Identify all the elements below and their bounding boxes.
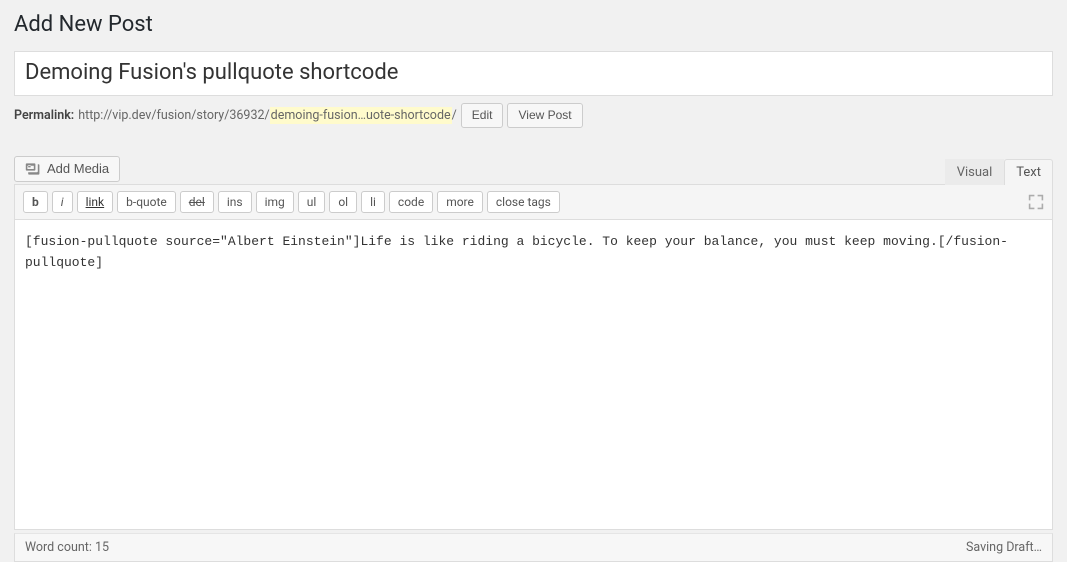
qt-more-button[interactable]: more — [437, 191, 483, 213]
save-status: Saving Draft… — [966, 540, 1042, 555]
permalink-label: Permalink: — [14, 108, 74, 123]
qt-closetags-button[interactable]: close tags — [487, 191, 560, 213]
editor-statusbar: Word count: 15 Saving Draft… — [14, 533, 1053, 562]
qt-li-button[interactable]: li — [361, 191, 385, 213]
qt-code-button[interactable]: code — [389, 191, 433, 213]
qt-bquote-button[interactable]: b-quote — [117, 191, 176, 213]
permalink-base-url: http://vip.dev/fusion/story/36932/ — [78, 108, 269, 123]
editor-tabs: Visual Text — [14, 158, 1053, 184]
permalink-trailing: / — [452, 108, 457, 123]
quicktags-toolbar: b i link b-quote del ins img ul ol li co… — [14, 184, 1053, 220]
tab-visual[interactable]: Visual — [945, 159, 1005, 185]
view-post-button[interactable]: View Post — [507, 103, 582, 128]
qt-italic-button[interactable]: i — [52, 191, 73, 213]
post-title-input[interactable] — [14, 51, 1053, 96]
qt-ins-button[interactable]: ins — [218, 191, 252, 213]
qt-del-button[interactable]: del — [180, 191, 214, 213]
qt-ol-button[interactable]: ol — [329, 191, 357, 213]
qt-bold-button[interactable]: b — [23, 191, 48, 213]
media-icon — [25, 161, 41, 177]
qt-img-button[interactable]: img — [256, 191, 294, 213]
edit-permalink-button[interactable]: Edit — [461, 103, 504, 128]
qt-link-button[interactable]: link — [77, 191, 114, 213]
add-media-button[interactable]: Add Media — [14, 156, 120, 182]
qt-ul-button[interactable]: ul — [298, 191, 326, 213]
tab-text[interactable]: Text — [1004, 159, 1053, 185]
word-count-label: Word count: — [25, 540, 92, 555]
post-content-textarea[interactable] — [14, 220, 1053, 530]
permalink-slug: demoing-fusion…uote-shortcode — [270, 107, 452, 124]
page-title: Add New Post — [14, 6, 1053, 37]
word-count-value: 15 — [95, 540, 109, 555]
fullscreen-icon[interactable] — [1028, 194, 1044, 210]
add-media-label: Add Media — [47, 161, 109, 176]
permalink-row: Permalink: http://vip.dev/fusion/story/3… — [14, 103, 1053, 128]
